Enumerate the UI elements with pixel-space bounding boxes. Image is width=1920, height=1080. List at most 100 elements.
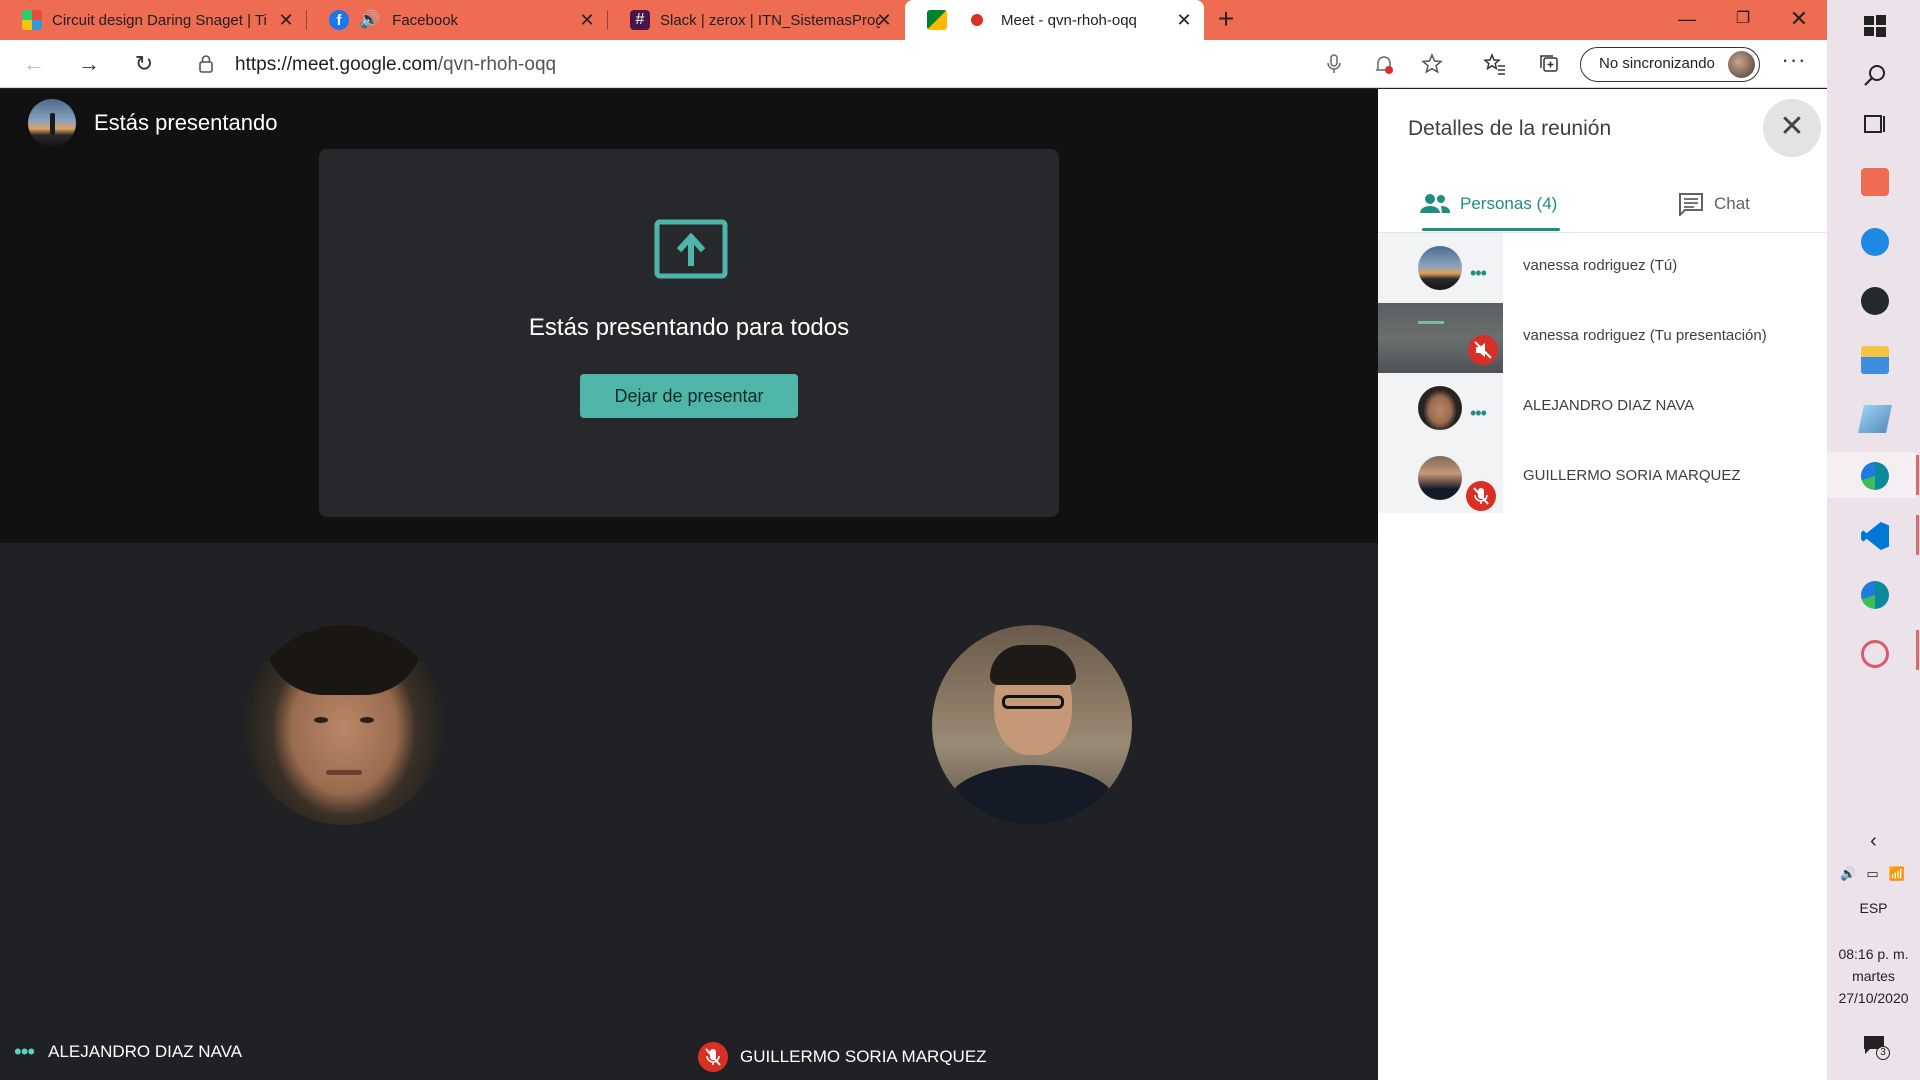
close-panel-button[interactable]: ✕: [1763, 99, 1821, 157]
present-screen-icon: [654, 219, 728, 279]
meeting-details-panel: Detalles de la reunión ✕ Personas (4) Ch…: [1378, 89, 1828, 1080]
clock-time[interactable]: 08:16 p. m.: [1827, 946, 1920, 962]
refresh-button[interactable]: ↻: [128, 48, 160, 80]
url-bar[interactable]: https://meet.google.com/qvn-rhoh-oqq: [180, 46, 1410, 82]
github-icon[interactable]: [1861, 287, 1889, 315]
participant-name: GUILLERMO SORIA MARQUEZ: [740, 1047, 987, 1066]
search-icon[interactable]: [1861, 62, 1889, 90]
favorite-star-icon[interactable]: [1420, 52, 1444, 76]
participant-thumb: [1378, 443, 1503, 513]
speaking-dots-icon: •••: [1470, 263, 1487, 283]
lock-icon[interactable]: [198, 54, 214, 74]
tab-meet[interactable]: Meet - qvn-rhoh-oqq ✕: [905, 0, 1204, 40]
windows-taskbar: ‹ 🔊▭📶 ESP 08:16 p. m. martes 27/10/2020 …: [1827, 0, 1920, 1080]
participant-name: vanessa rodriguez (Tú): [1523, 257, 1678, 274]
audio-playing-icon[interactable]: 🔊: [359, 10, 380, 30]
new-tab-button[interactable]: +: [1212, 5, 1240, 34]
snipping-tool-icon[interactable]: [1861, 640, 1889, 668]
url-path: /qvn-rhoh-oqq: [437, 54, 557, 75]
mic-off-icon: [698, 1042, 728, 1072]
chat-icon: [1679, 193, 1703, 216]
microphone-icon[interactable]: [1322, 52, 1346, 76]
close-icon[interactable]: ✕: [276, 10, 296, 30]
restore-button[interactable]: ❐: [1715, 0, 1771, 40]
avatar: [1418, 456, 1462, 500]
task-view-icon[interactable]: [1861, 110, 1889, 138]
file-explorer-icon[interactable]: [1861, 346, 1889, 374]
participant-name: ALEJANDRO DIAZ NAVA: [1523, 397, 1695, 414]
tab-tinkercad[interactable]: Circuit design Daring Snaget | Ti ✕: [0, 0, 306, 40]
forward-button[interactable]: →: [73, 48, 105, 80]
running-app-indicator: [1916, 630, 1919, 670]
tab-people-label: Personas (4): [1460, 194, 1558, 213]
vscode-icon[interactable]: [1861, 522, 1889, 550]
minimize-button[interactable]: —: [1659, 0, 1715, 40]
windows-start-icon[interactable]: [1861, 12, 1889, 40]
participant-row[interactable]: GUILLERMO SORIA MARQUEZ: [1378, 443, 1828, 513]
panel-title: Detalles de la reunión: [1408, 117, 1612, 140]
participant-avatar-guillermo[interactable]: [932, 625, 1132, 825]
active-app-indicator: [1916, 455, 1919, 495]
back-button[interactable]: ←: [18, 48, 50, 80]
thumb-content: [1418, 321, 1444, 324]
speaking-dots-icon: •••: [14, 1039, 35, 1064]
edge-icon[interactable]: [1861, 462, 1889, 490]
tab-people[interactable]: Personas (4): [1420, 179, 1557, 229]
tab-title: Facebook: [392, 11, 459, 29]
presenting-label: Estás presentando: [94, 110, 278, 135]
facebook-icon: f: [329, 10, 349, 30]
running-app-indicator: [1916, 515, 1919, 555]
more-options-button[interactable]: ···: [1780, 49, 1808, 78]
participant-thumb: •••: [1378, 233, 1503, 303]
chevron-left-icon[interactable]: ‹: [1827, 830, 1920, 853]
collections-icon[interactable]: [1537, 52, 1561, 76]
clock-date[interactable]: 27/10/2020: [1827, 990, 1920, 1006]
sync-label: No sincronizando: [1599, 55, 1715, 72]
people-icon: [1420, 194, 1450, 213]
notifications-blocked-icon[interactable]: [1372, 52, 1396, 76]
app-icon[interactable]: [1861, 168, 1889, 196]
active-tab-indicator: [1422, 228, 1560, 231]
presenting-header: Estás presentando: [28, 99, 277, 147]
participant-name: GUILLERMO SORIA MARQUEZ: [1523, 467, 1741, 484]
notification-count: 3: [1876, 1046, 1890, 1060]
participant-row[interactable]: vanessa rodriguez (Tu presentación): [1378, 303, 1828, 373]
close-icon[interactable]: ✕: [874, 10, 894, 30]
profile-sync-button[interactable]: No sincronizando: [1580, 47, 1760, 82]
close-window-button[interactable]: ✕: [1771, 0, 1827, 40]
favorites-icon[interactable]: [1483, 52, 1507, 76]
participant-row[interactable]: ••• vanessa rodriguez (Tú): [1378, 233, 1828, 303]
tab-chat[interactable]: Chat: [1678, 179, 1750, 229]
profile-avatar: [1728, 51, 1755, 78]
avatar: [28, 99, 76, 147]
tab-facebook[interactable]: f 🔊 Facebook ✕: [307, 0, 607, 40]
close-icon[interactable]: ✕: [577, 10, 597, 30]
action-center-button[interactable]: 3: [1862, 1034, 1890, 1061]
tab-slack[interactable]: # Slack | zerox | ITN_SistemasProgr ✕: [608, 0, 904, 40]
participant-name: vanessa rodriguez (Tu presentación): [1523, 327, 1767, 344]
participant-name: ALEJANDRO DIAZ NAVA: [48, 1042, 243, 1061]
notes-app-icon[interactable]: [1858, 405, 1892, 433]
participant-row[interactable]: ••• ALEJANDRO DIAZ NAVA: [1378, 373, 1828, 443]
close-icon[interactable]: ✕: [1174, 10, 1194, 30]
speaking-dots-icon: •••: [1470, 403, 1487, 423]
language-indicator[interactable]: ESP: [1827, 900, 1920, 916]
url-text[interactable]: https://meet.google.com/qvn-rhoh-oqq: [235, 54, 556, 76]
mic-off-icon: [1466, 481, 1496, 511]
participant-name-tile: GUILLERMO SORIA MARQUEZ: [698, 1042, 987, 1072]
presentation-area: Estás presentando Estás presentando para…: [0, 89, 1378, 543]
participant-name-tile: ••• ALEJANDRO DIAZ NAVA: [14, 1039, 243, 1064]
presentation-thumb: [1378, 303, 1503, 373]
audio-off-icon: [1468, 335, 1498, 365]
clock-day[interactable]: martes: [1827, 968, 1920, 984]
tab-chat-label: Chat: [1714, 194, 1750, 213]
teamviewer-icon[interactable]: [1861, 228, 1889, 256]
tab-title: Slack | zerox | ITN_SistemasProgr: [660, 11, 880, 29]
system-tray-icons[interactable]: 🔊▭📶: [1827, 866, 1920, 882]
avatar: [1418, 246, 1462, 290]
tab-title: Circuit design Daring Snaget | Ti: [52, 11, 267, 29]
edge-icon[interactable]: [1861, 581, 1889, 609]
participant-avatar-alejandro[interactable]: [244, 625, 444, 825]
presenting-card: Estás presentando para todos Dejar de pr…: [319, 149, 1059, 517]
stop-presenting-button[interactable]: Dejar de presentar: [580, 374, 798, 418]
